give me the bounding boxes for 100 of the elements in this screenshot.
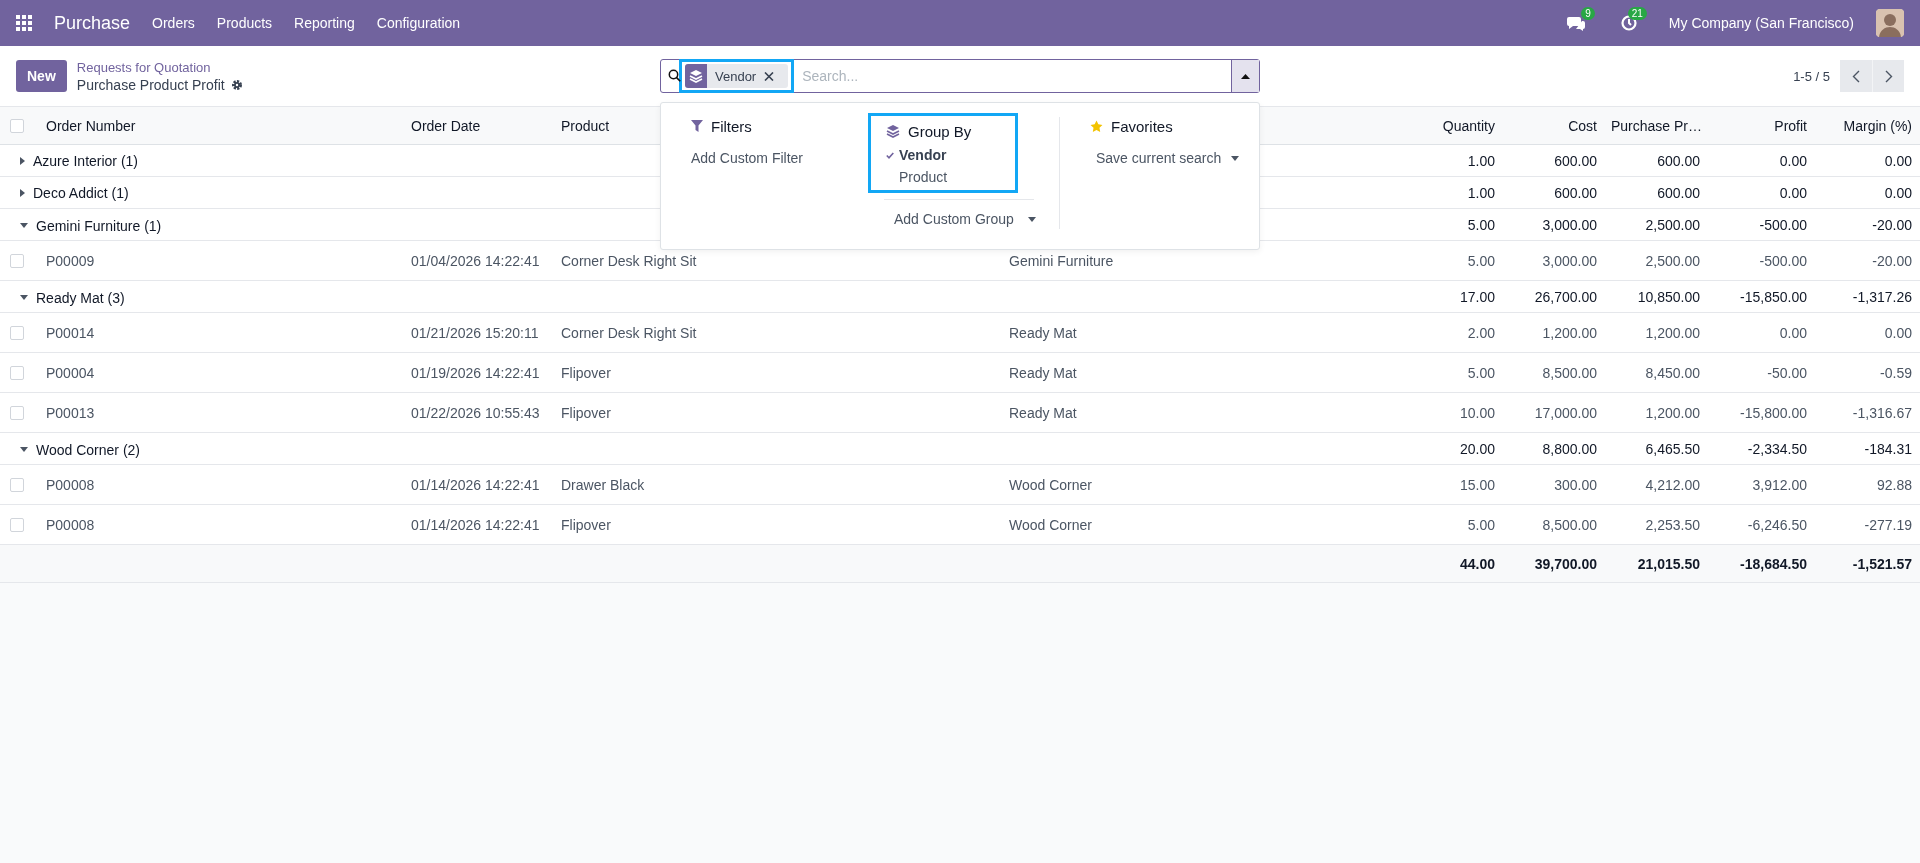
star-icon (1090, 119, 1103, 133)
layers-icon (689, 69, 703, 83)
table-cell: Wood Corner (1009, 516, 1092, 533)
table-cell: 8,500.00 (1542, 516, 1597, 533)
chat-icon[interactable] (1566, 15, 1585, 31)
group-option[interactable]: Vendor (886, 144, 947, 166)
menu-item[interactable]: Orders (152, 15, 195, 31)
table-cell: 92.88 (1876, 476, 1912, 493)
section-title: Filters (711, 117, 752, 135)
section-title: Favorites (1111, 117, 1173, 135)
column-total: 21,015.50 (1637, 555, 1700, 572)
breadcrumb-link[interactable]: Requests for Quotation (76, 59, 243, 75)
user-avatar[interactable] (1876, 9, 1904, 37)
table-cell: 1,200.00 (1645, 404, 1700, 421)
next-button[interactable] (1872, 60, 1904, 92)
column-header[interactable]: Order Number (46, 117, 136, 134)
new-button[interactable]: New (16, 60, 67, 92)
table-cell: 0.00 (1779, 324, 1807, 341)
menu-item[interactable]: Add Custom Filter (691, 145, 856, 171)
group-option[interactable]: Product (886, 166, 948, 188)
group-row-toggle[interactable]: Deco Addict (1) (20, 185, 129, 201)
group-total: 5.00 (1467, 216, 1495, 233)
table-cell: 01/21/2026 15:20:11 (411, 324, 539, 341)
table-cell: P00008 (46, 476, 95, 493)
table-cell: -277.19 (1864, 516, 1912, 533)
row-checkbox[interactable] (10, 405, 24, 420)
select-all-checkbox[interactable] (10, 118, 24, 133)
table-cell: -15,800.00 (1740, 404, 1807, 421)
apps-grid-icon[interactable] (16, 15, 32, 31)
search-bar[interactable]: Vendor Search... (660, 59, 1260, 93)
row-checkbox[interactable] (10, 325, 24, 340)
settings-icon[interactable] (230, 78, 243, 91)
save-search-dropdown[interactable]: Save current search (1096, 145, 1259, 171)
row-checkbox[interactable] (10, 517, 24, 532)
group-row-toggle[interactable]: Azure Interior (1) (20, 153, 139, 169)
notification-badge: 9 (1581, 7, 1595, 20)
column-header[interactable]: Product (561, 117, 610, 134)
caret-icon (1027, 216, 1036, 222)
group-total: 600.00 (1657, 152, 1700, 169)
table-cell: 300.00 (1554, 476, 1597, 493)
view-title: Purchase Product Profit (76, 76, 225, 93)
table-cell: 01/22/2026 10:55:43 (411, 404, 540, 421)
search-toggle-button[interactable] (1231, 60, 1259, 92)
table-cell: 0.00 (1884, 324, 1912, 341)
group-total: 3,000.00 (1542, 216, 1597, 233)
group-row-toggle[interactable]: Wood Corner (2) (20, 441, 140, 458)
caret-icon (1231, 155, 1240, 161)
app-name[interactable]: Purchase (54, 12, 131, 34)
table-cell: 2,500.00 (1645, 252, 1700, 269)
table-cell: 3,000.00 (1542, 252, 1597, 269)
table-cell: 1,200.00 (1542, 324, 1597, 341)
previous-button[interactable] (1840, 60, 1872, 92)
table-cell: Ready Mat (1009, 404, 1077, 421)
menu-item[interactable]: Configuration (376, 15, 461, 31)
group-row-toggle[interactable]: Gemini Furniture (1) (20, 217, 162, 234)
clock-icon[interactable] (1620, 15, 1637, 31)
filter-icon (691, 120, 703, 132)
group-row-toggle[interactable]: Ready Mat (3) (20, 289, 125, 306)
table-cell: Ready Mat (1009, 364, 1077, 381)
caret-icon (1241, 73, 1250, 79)
table-cell: 8,450.00 (1645, 364, 1700, 381)
group-total: -184.31 (1864, 440, 1912, 457)
group-total: -2,334.50 (1747, 440, 1807, 457)
table-cell: Gemini Furniture (1009, 252, 1114, 269)
table-cell: P00008 (46, 516, 95, 533)
group-total: 8,800.00 (1542, 440, 1597, 457)
caret-icon (20, 189, 25, 197)
column-total: -18,684.50 (1740, 555, 1807, 572)
table-cell: 17,000.00 (1534, 404, 1597, 421)
caret-icon (20, 157, 25, 165)
row-checkbox[interactable] (10, 365, 24, 380)
search-icon (668, 69, 681, 82)
row-checkbox[interactable] (10, 477, 24, 492)
table-cell: 1,200.00 (1645, 324, 1700, 341)
column-total: -1,521.57 (1852, 555, 1912, 572)
group-total: 26,700.00 (1534, 288, 1597, 305)
table-cell: 8,500.00 (1542, 364, 1597, 381)
group-total: 600.00 (1554, 152, 1597, 169)
group-total: 0.00 (1884, 184, 1912, 201)
group-total: 600.00 (1554, 184, 1597, 201)
table-cell: Flipover (561, 516, 611, 533)
table-cell: 01/14/2026 14:22:41 (411, 516, 540, 533)
group-total: 1.00 (1467, 152, 1495, 169)
chevron-left-icon (1852, 69, 1860, 83)
filter-facet[interactable]: Vendor (685, 64, 789, 88)
caret-icon (20, 447, 28, 453)
column-header[interactable]: Profit (1774, 117, 1807, 134)
table-cell: 3,912.00 (1752, 476, 1807, 493)
group-total: 17.00 (1459, 288, 1495, 305)
table-cell: 15.00 (1459, 476, 1495, 493)
row-checkbox[interactable] (10, 253, 24, 268)
chevron-right-icon (1884, 69, 1893, 83)
table-cell: -20.00 (1872, 252, 1912, 269)
table-cell: -500.00 (1759, 252, 1807, 269)
add-custom-group-dropdown[interactable]: Add Custom Group (894, 206, 1059, 232)
menu-item[interactable]: Reporting (294, 15, 355, 31)
menu-item[interactable]: Products (216, 15, 273, 31)
column-header[interactable]: Cost (1568, 117, 1597, 134)
group-total: -500.00 (1759, 216, 1807, 233)
company-switcher[interactable]: My Company (San Francisco) (1668, 15, 1854, 31)
